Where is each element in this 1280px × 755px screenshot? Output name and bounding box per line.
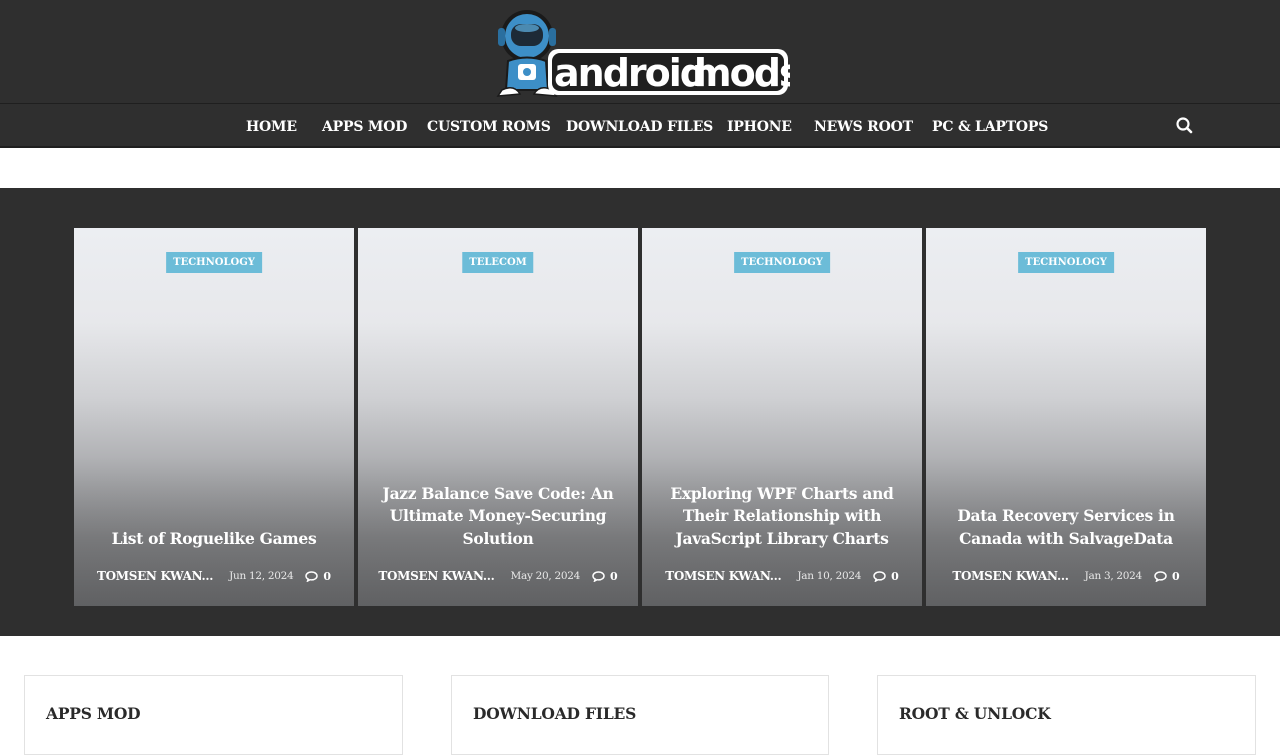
featured-posts-slider: TECHNOLOGY List of Roguelike Games TOMSE… — [0, 188, 1280, 636]
nav-item-custom-roms[interactable]: CUSTOM ROMS — [427, 119, 551, 135]
logo-text-android: android — [554, 51, 705, 95]
post-title[interactable]: Jazz Balance Save Code: An Ultimate Mone… — [376, 483, 620, 551]
featured-post-card[interactable]: TELECOM Jazz Balance Save Code: An Ultim… — [358, 228, 638, 606]
category-badge[interactable]: TECHNOLOGY — [1018, 252, 1114, 273]
post-date: Jan 10, 2024 — [797, 570, 862, 582]
category-badge[interactable]: TECHNOLOGY — [734, 252, 830, 273]
main-nav: HOME APPS MOD CUSTOM ROMS DOWNLOAD FILES… — [0, 103, 1280, 148]
widget-download-files: DOWNLOAD FILES — [451, 675, 829, 755]
comment-count-value: 0 — [323, 569, 332, 583]
nav-item-news-root[interactable]: NEWS ROOT — [814, 119, 913, 135]
post-meta: TOMSEN KWAN... Jan 10, 2024 0 — [642, 569, 922, 583]
post-author[interactable]: TOMSEN KWAN... — [378, 569, 494, 583]
nav-item-download-files[interactable]: DOWNLOAD FILES — [566, 119, 713, 135]
nav-item-home[interactable]: HOME — [246, 119, 297, 135]
featured-post-card[interactable]: TECHNOLOGY Data Recovery Services in Can… — [926, 228, 1206, 606]
featured-post-card[interactable]: TECHNOLOGY List of Roguelike Games TOMSE… — [74, 228, 354, 606]
comment-count[interactable]: 0 — [592, 570, 618, 583]
comment-count-value: 0 — [609, 569, 618, 583]
post-meta: TOMSEN KWAN... Jun 12, 2024 0 — [74, 569, 354, 583]
comment-count-value: 0 — [1171, 569, 1180, 583]
post-title[interactable]: Data Recovery Services in Canada with Sa… — [944, 505, 1188, 550]
site-header: android mods — [0, 0, 1280, 103]
comment-count[interactable]: 0 — [305, 570, 331, 583]
post-title[interactable]: List of Roguelike Games — [92, 528, 336, 551]
widget-apps-mod: APPS MOD — [24, 675, 403, 755]
comments-icon — [1154, 570, 1167, 582]
post-date: May 20, 2024 — [510, 570, 581, 582]
post-meta: TOMSEN KWAN... May 20, 2024 0 — [358, 569, 638, 583]
widget-root-unlock: ROOT & UNLOCK — [877, 675, 1256, 755]
featured-post-card[interactable]: TECHNOLOGY Exploring WPF Charts and Thei… — [642, 228, 922, 606]
comments-icon — [873, 570, 886, 582]
category-badge[interactable]: TECHNOLOGY — [166, 252, 262, 273]
logo-text-mods: mods — [692, 51, 790, 95]
site-logo[interactable]: android mods — [490, 6, 790, 98]
post-author[interactable]: TOMSEN KWAN... — [665, 569, 781, 583]
widget-title[interactable]: DOWNLOAD FILES — [473, 704, 636, 723]
category-badge[interactable]: TELECOM — [462, 252, 534, 273]
mascot-icon — [496, 10, 558, 97]
nav-item-pc-laptops[interactable]: PC & LAPTOPS — [932, 119, 1048, 135]
comment-count[interactable]: 0 — [1154, 570, 1180, 583]
widget-title[interactable]: ROOT & UNLOCK — [899, 704, 1051, 723]
post-date: Jun 12, 2024 — [229, 570, 294, 582]
nav-item-iphone[interactable]: IPHONE — [727, 119, 792, 135]
comments-icon — [305, 570, 319, 582]
post-author[interactable]: TOMSEN KWAN... — [952, 569, 1068, 583]
search-icon[interactable] — [1174, 115, 1196, 137]
post-date: Jan 3, 2024 — [1084, 570, 1143, 582]
widget-title[interactable]: APPS MOD — [46, 704, 141, 723]
post-meta: TOMSEN KWAN... Jan 3, 2024 0 — [926, 569, 1206, 583]
post-title[interactable]: Exploring WPF Charts and Their Relations… — [660, 483, 904, 551]
post-author[interactable]: TOMSEN KWAN... — [97, 569, 213, 583]
comment-count-value: 0 — [891, 569, 899, 583]
nav-item-apps-mod[interactable]: APPS MOD — [322, 119, 407, 135]
comment-count[interactable]: 0 — [873, 570, 899, 583]
comments-icon — [592, 570, 605, 582]
